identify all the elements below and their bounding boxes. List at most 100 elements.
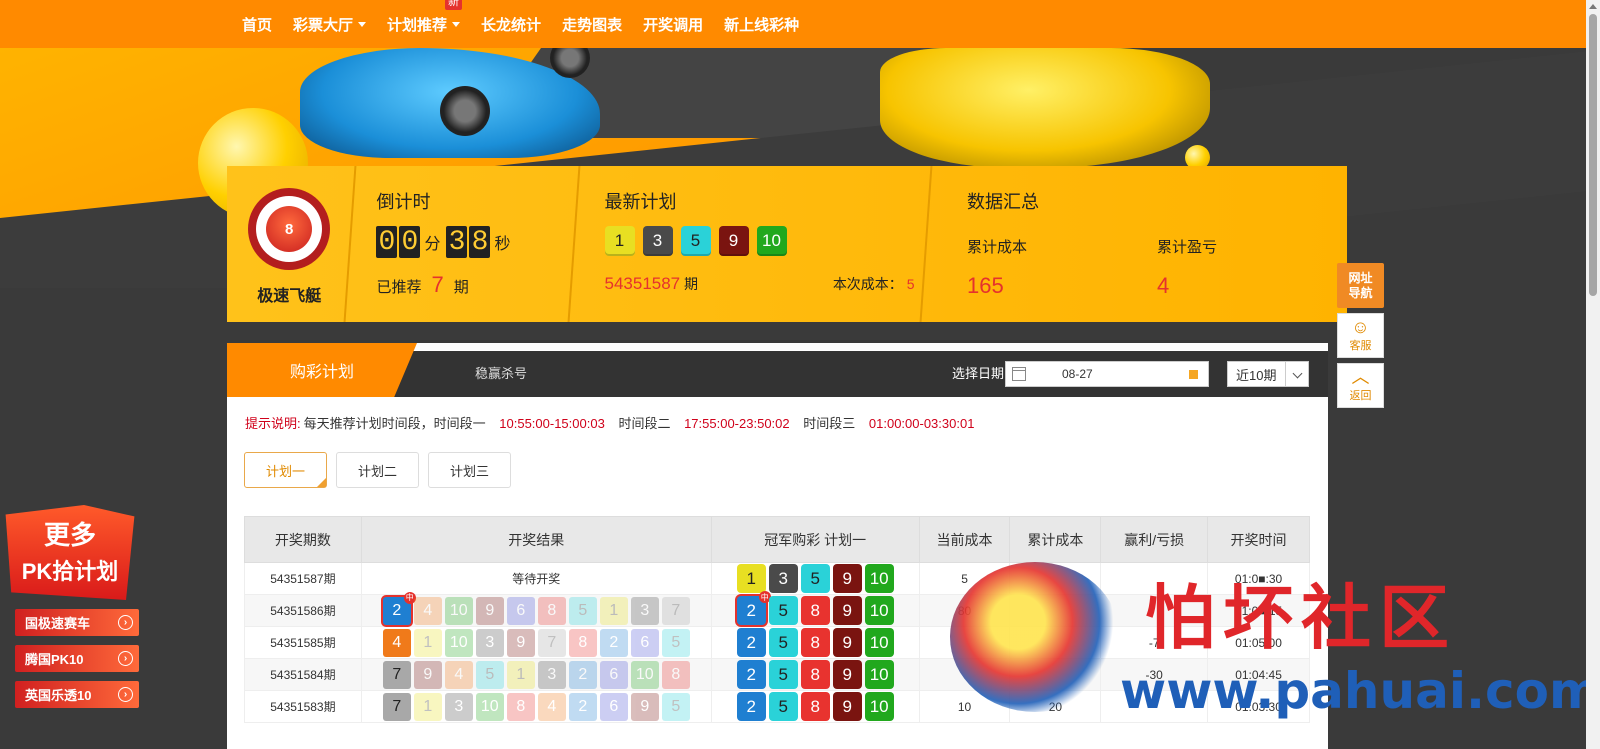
promo-link[interactable]: 国极速赛车 › [15, 609, 139, 636]
issue-cell: 54351583期 [244, 690, 362, 723]
result-ball: 2中 [382, 591, 416, 625]
table-row: 54351583期 7 1 3 10 8 4 2 6 9 5 2 5 8 9 10 10 20 01:03:30 [244, 690, 1310, 723]
result-ball: 6 [506, 596, 535, 625]
date-picker[interactable]: 08-27 [1005, 361, 1209, 387]
plan-buttons: 计划一 计划二 计划三 [244, 452, 520, 488]
summary-profit-value: 4 [1157, 273, 1170, 298]
promo-link[interactable]: 英国乐透10 › [15, 681, 139, 708]
tip-text: 提示说明: 每天推荐计划时间段，时间段一 10:55:00-15:00:03 时间… [245, 413, 984, 432]
countdown-unit: 秒 [494, 236, 511, 253]
scrollbar[interactable] [1586, 0, 1600, 749]
result-ball: 3 [630, 596, 659, 625]
chevron-right-icon: › [118, 615, 133, 630]
header-issue: 开奖期数 [244, 516, 362, 563]
result-ball: 9 [475, 596, 504, 625]
summary-cost-value: 165 [967, 273, 1004, 298]
tab-bar: 购彩计划 稳赢杀号 选择日期 08-27 近10期 [227, 343, 1328, 397]
countdown-unit: 分 [424, 236, 441, 253]
nav-label: 走势图表 [562, 16, 623, 34]
total-cost-cell [1009, 562, 1102, 595]
latest-plan-title: 最新计划 [604, 192, 677, 212]
plan-ball: 1 [736, 564, 766, 593]
nav-label: 长龙统计 [481, 16, 542, 34]
total-cost-cell [1009, 594, 1102, 627]
result-ball: 7 [382, 660, 411, 689]
countdown-timer: 0 0 分 3 8 秒 [376, 226, 574, 258]
result-ball: 5 [661, 628, 690, 657]
result-ball: 8 [661, 660, 690, 689]
plan-three-button[interactable]: 计划三 [428, 452, 511, 488]
result-ball: 3 [444, 692, 473, 721]
period-select-value: 近10期 [1236, 367, 1277, 383]
plan-ball: 10 [864, 564, 894, 593]
latest-plan-balls: 1 3 5 9 10 [604, 226, 928, 256]
result-ball: 1 [413, 628, 442, 657]
result-ball: 1 [506, 660, 535, 689]
result-ball: 10 [475, 692, 504, 721]
summary-cost: 累计成本 165 [967, 236, 1157, 299]
result-ball: 10 [444, 628, 473, 657]
latest-plan-issue: 54351587 [604, 274, 681, 293]
nav-item-new-games[interactable]: 新上线彩种 [724, 14, 799, 35]
summary-profit-label: 累计盈亏 [1157, 239, 1218, 256]
date-value: 08-27 [1062, 367, 1093, 381]
nav-item-long-dragon[interactable]: 长龙统计 [481, 14, 541, 35]
plan-ball: 3 [768, 564, 798, 593]
plan-ball: 8 [800, 692, 830, 721]
promo-panel: 更多 PK拾计划 国极速赛车 › 腾国PK10 › 英国乐透10 › [0, 505, 150, 708]
banner-car-blue [300, 48, 600, 158]
result-ball: 6 [599, 692, 628, 721]
promo-link[interactable]: 腾国PK10 › [15, 645, 139, 672]
latest-plan-cell: 最新计划 1 3 5 9 10 54351587 期 本次成本： 5 [575, 166, 933, 322]
plan-cell: 2 5 8 9 10 [710, 626, 920, 659]
date-marker-icon [1189, 369, 1198, 379]
issue-cell: 54351584期 [244, 658, 362, 691]
result-ball: 4 [537, 692, 566, 721]
header-result: 开奖结果 [360, 516, 712, 563]
recommended-label: 已推荐 [376, 279, 422, 296]
result-ball: 6 [630, 628, 659, 657]
issue-cell: 54351585期 [244, 626, 362, 659]
site-nav-button[interactable]: 网址 导航 [1337, 263, 1384, 308]
plan-cell: 2 5 8 9 10 [710, 690, 920, 723]
table-row: 54351587期 等待开奖 1 3 5 9 10 5 01:0■:30 [244, 562, 1310, 595]
result-ball: 8 [537, 596, 566, 625]
plan-ball: 5 [768, 596, 798, 625]
countdown-digit: 8 [469, 226, 491, 258]
promo-title[interactable]: 更多 PK拾计划 [5, 505, 135, 600]
calendar-icon [1012, 367, 1026, 381]
customer-service-button[interactable]: ☺ 客服 [1337, 313, 1384, 358]
scrollbar-thumb[interactable] [1589, 14, 1597, 296]
tab-purchase-plan[interactable]: 购彩计划 [227, 343, 417, 397]
profit-cell: -7 [1100, 626, 1209, 659]
current-cost-cell: 5 [918, 562, 1011, 595]
top-nav: 首页 彩票大厅 计划推荐 新 长龙统计 走势图表 开奖调用 新上线彩种 [0, 0, 1586, 48]
plan-one-button[interactable]: 计划一 [244, 452, 327, 488]
chevron-right-icon: › [118, 687, 133, 702]
nav-item-lottery-hall[interactable]: 彩票大厅 [293, 14, 367, 35]
plan-ball: 10 [864, 596, 894, 625]
game-logo-ball: 8 [266, 206, 313, 252]
plan-ball: 5 [768, 628, 798, 657]
plan-ball: 8 [800, 596, 830, 625]
plan-two-button[interactable]: 计划二 [336, 452, 419, 488]
scroll-up-icon[interactable] [1589, 4, 1597, 9]
countdown-title: 倒计时 [376, 192, 431, 212]
countdown-digit: 3 [446, 226, 468, 258]
nav-item-draw-api[interactable]: 开奖调用 [643, 14, 703, 35]
result-ball: 7 [537, 628, 566, 657]
tab-safe-kill[interactable]: 稳赢杀号 [475, 351, 527, 397]
tip-seg1: 10:55:00-15:00:03 [499, 416, 605, 431]
nav-item-plan-recommend[interactable]: 计划推荐 新 [387, 0, 463, 35]
back-to-top-button[interactable]: ︿ 返回 [1337, 363, 1384, 408]
period-select[interactable]: 近10期 [1227, 361, 1309, 387]
table-header-row: 开奖期数 开奖结果 冠军购彩 计划一 当前成本 累计成本 赢利/亏损 开奖时间 [244, 516, 1310, 563]
result-ball: 1 [413, 692, 442, 721]
caret-down-icon [358, 21, 367, 27]
results-body: 54351587期 等待开奖 1 3 5 9 10 5 01:0■:30 54351586期 2 中 4… [244, 562, 1310, 723]
current-cost-cell: 80 [918, 594, 1011, 627]
total-cost-cell [1009, 658, 1102, 691]
nav-item-home[interactable]: 首页 [242, 14, 272, 35]
nav-item-trend-chart[interactable]: 走势图表 [562, 14, 622, 35]
table-row: 54351586期 2 中 4 10 9 6 8 5 1 3 7 2 中 5 8 9 10 80 01:0■:15 [244, 591, 1310, 627]
